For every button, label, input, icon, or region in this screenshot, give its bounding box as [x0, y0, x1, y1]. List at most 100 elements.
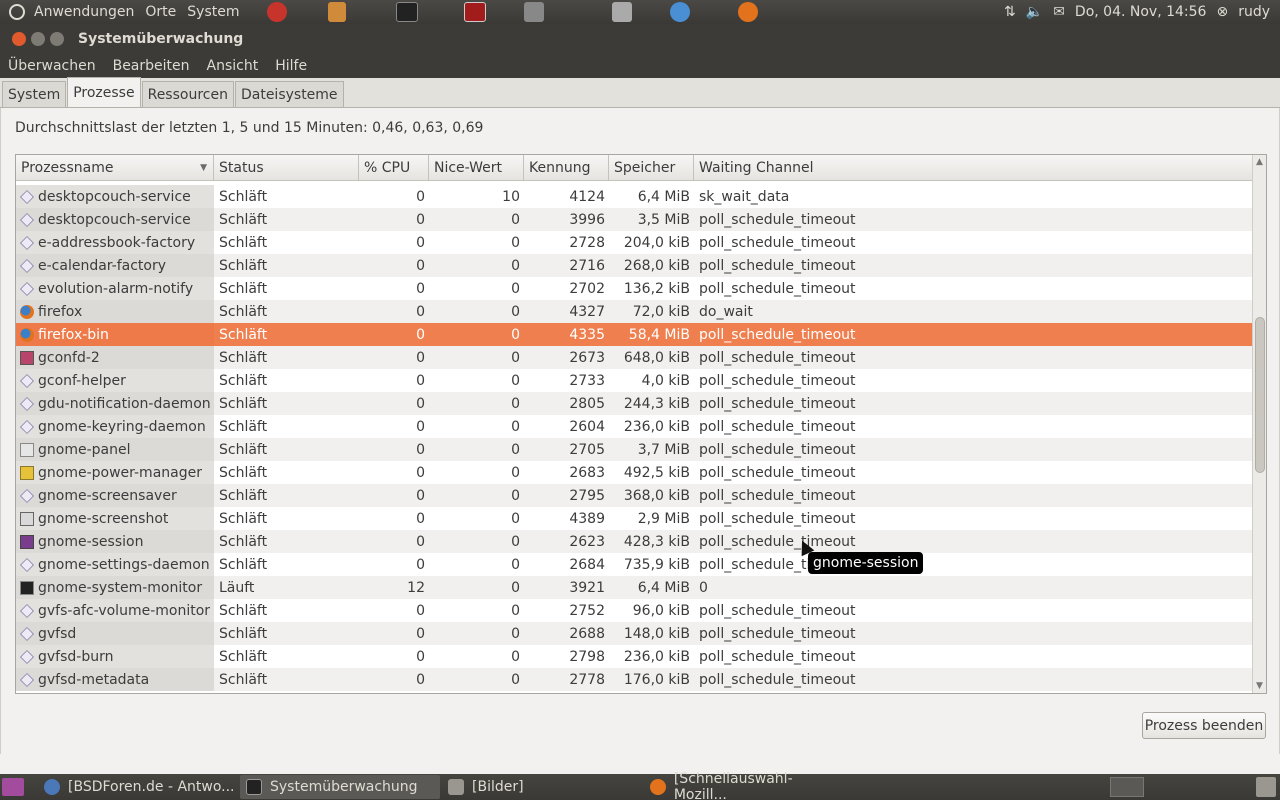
- scroll-down-icon[interactable]: ▼: [1256, 681, 1263, 691]
- table-row[interactable]: desktopcouch-service Schläft 0 10 4124 6,4 Mi…: [16, 185, 1252, 208]
- maximize-window-icon[interactable]: [50, 32, 64, 46]
- table-row[interactable]: gvfs-afc-volume-monitor Schläft 0 0 2752 96,0…: [16, 599, 1252, 622]
- film-launcher-icon[interactable]: [524, 2, 544, 22]
- terminal-launcher-icon[interactable]: [396, 2, 418, 22]
- status-cell: Schläft: [219, 211, 268, 228]
- status-cell: Schläft: [219, 671, 268, 688]
- table-row[interactable]: gnome-panel Schläft 0 0 2705 3,7 MiB poll_sche…: [16, 438, 1252, 461]
- menu-places[interactable]: Orte: [145, 4, 176, 20]
- cpu-cell: 12: [407, 579, 425, 596]
- show-desktop-icon[interactable]: [2, 778, 24, 796]
- tab-system[interactable]: System: [2, 81, 67, 107]
- pid-cell: 2684: [569, 556, 605, 573]
- column-header-status[interactable]: Status: [214, 155, 359, 181]
- minimize-window-icon[interactable]: [31, 32, 45, 46]
- table-header: Prozessname ▼ Status % CPU Nice-Wert Kenn…: [16, 155, 1252, 181]
- menu-applications[interactable]: Anwendungen: [34, 4, 134, 20]
- system-monitor-launcher-icon[interactable]: [464, 2, 486, 22]
- volume-icon[interactable]: 🔈: [1026, 4, 1043, 20]
- nice-cell: 0: [511, 349, 520, 366]
- table-row[interactable]: gnome-session Schläft 0 0 2623 428,3 kiB poll_…: [16, 530, 1252, 553]
- shutdown-icon[interactable]: [267, 2, 287, 22]
- close-window-icon[interactable]: [12, 32, 26, 46]
- table-row[interactable]: gdu-notification-daemon Schläft 0 0 2805 244,…: [16, 392, 1252, 415]
- pid-cell: 3921: [569, 579, 605, 596]
- taskbar-item-firefox[interactable]: [Schnellauswahl-Mozill...: [644, 771, 844, 800]
- process-name: gvfsd: [38, 625, 77, 642]
- network-icon[interactable]: ⇅: [1004, 4, 1016, 20]
- process-name: gvfs-afc-volume-monitor: [38, 602, 211, 619]
- camera-launcher-icon[interactable]: [612, 2, 632, 22]
- menu-monitor[interactable]: Überwachen: [8, 58, 96, 74]
- table-row[interactable]: evolution-alarm-notify Schläft 0 0 2702 136,2…: [16, 277, 1252, 300]
- process-name-cell: gvfs-afc-volume-monitor: [16, 599, 214, 622]
- table-row[interactable]: gnome-screensaver Schläft 0 0 2795 368,0 kiB p…: [16, 484, 1252, 507]
- process-name-cell: gnome-power-manager: [16, 461, 214, 484]
- ubuntu-logo-icon[interactable]: [9, 4, 25, 20]
- pid-cell: 4124: [569, 188, 605, 205]
- table-row[interactable]: gnome-settings-daemon Schläft 0 0 2684 735,9 …: [16, 553, 1252, 576]
- table-row[interactable]: e-addressbook-factory Schläft 0 0 2728 204,0 …: [16, 231, 1252, 254]
- browser-launcher-icon[interactable]: [670, 2, 690, 22]
- taskbar-item-system-monitor[interactable]: Systemüberwachung: [240, 775, 440, 799]
- mail-icon[interactable]: ✉: [1053, 4, 1065, 20]
- table-row[interactable]: desktopcouch-service Schläft 0 0 3996 3,5 MiB…: [16, 208, 1252, 231]
- cpu-cell: 0: [416, 464, 425, 481]
- nice-cell: 0: [511, 579, 520, 596]
- taskbar-item-pictures[interactable]: [Bilder]: [442, 775, 642, 799]
- waiting-channel-cell: poll_schedule_timeout: [699, 349, 856, 366]
- menu-view[interactable]: Ansicht: [207, 58, 259, 74]
- nice-cell: 0: [511, 418, 520, 435]
- pid-cell: 4327: [569, 303, 605, 320]
- table-row[interactable]: gnome-screenshot Schläft 0 0 4389 2,9 MiB poll…: [16, 507, 1252, 530]
- table-row[interactable]: gvfsd Schläft 0 0 2688 148,0 kiB poll_schedule…: [16, 622, 1252, 645]
- scrollbar-thumb[interactable]: [1255, 317, 1265, 473]
- memory-cell: 2,9 MiB: [637, 510, 690, 527]
- tab-processes[interactable]: Prozesse: [67, 77, 141, 107]
- process-name-cell: gconfd-2: [16, 346, 214, 369]
- process-diamond-icon: [20, 603, 34, 618]
- trash-icon[interactable]: [1256, 777, 1276, 797]
- workspace-switcher[interactable]: [1110, 777, 1144, 797]
- table-row[interactable]: gnome-power-manager Schläft 0 0 2683 492,5 ki…: [16, 461, 1252, 484]
- waiting-channel-cell: poll_schedule_timeout: [699, 510, 856, 527]
- user-switch-icon[interactable]: [328, 2, 346, 22]
- user-name[interactable]: rudy: [1238, 4, 1270, 20]
- waiting-channel-cell: poll_schedule_timeout: [699, 464, 856, 481]
- tab-filesystems[interactable]: Dateisysteme: [234, 81, 344, 107]
- waiting-channel-cell: poll_schedule_timeout: [699, 418, 856, 435]
- table-row[interactable]: gconfd-2 Schläft 0 0 2673 648,0 kiB poll_sched…: [16, 346, 1252, 369]
- column-header-name[interactable]: Prozessname ▼: [16, 155, 214, 181]
- column-header-cpu[interactable]: % CPU: [359, 155, 429, 181]
- table-row[interactable]: firefox Schläft 0 0 4327 72,0 kiB do_wait: [16, 300, 1252, 323]
- table-row[interactable]: gnome-keyring-daemon Schläft 0 0 2604 236,0 k…: [16, 415, 1252, 438]
- menu-edit[interactable]: Bearbeiten: [113, 58, 190, 74]
- table-row[interactable]: gnome-system-monitor Läuft 12 0 3921 6,4 MiB 0: [16, 576, 1252, 599]
- cpu-cell: 0: [416, 349, 425, 366]
- window-title: Systemüberwachung: [78, 31, 244, 47]
- firefox-launcher-icon[interactable]: [738, 2, 758, 22]
- table-row[interactable]: gvfsd-metadata Schläft 0 0 2778 176,0 kiB poll…: [16, 668, 1252, 691]
- table-row[interactable]: e-calendar-factory Schläft 0 0 2716 268,0 kiB…: [16, 254, 1252, 277]
- process-diamond-icon: [20, 419, 34, 434]
- user-close-icon[interactable]: ⊗: [1216, 4, 1228, 20]
- column-header-nice[interactable]: Nice-Wert: [429, 155, 524, 181]
- browser-icon: [44, 779, 60, 795]
- pid-cell: 2716: [569, 257, 605, 274]
- column-header-memory[interactable]: Speicher: [609, 155, 694, 181]
- menu-help[interactable]: Hilfe: [275, 58, 307, 74]
- column-header-waiting-channel[interactable]: Waiting Channel: [694, 155, 1252, 181]
- tab-resources[interactable]: Ressourcen: [141, 81, 234, 107]
- end-process-button[interactable]: Prozess beenden: [1142, 712, 1266, 739]
- menu-system[interactable]: System: [187, 4, 239, 20]
- scroll-up-icon[interactable]: ▲: [1256, 157, 1263, 167]
- pid-cell: 3996: [569, 211, 605, 228]
- memory-cell: 3,7 MiB: [637, 441, 690, 458]
- table-row[interactable]: gconf-helper Schläft 0 0 2733 4,0 kiB poll_sch…: [16, 369, 1252, 392]
- table-row[interactable]: firefox-bin Schläft 0 0 4335 58,4 MiB poll_sch…: [16, 323, 1252, 346]
- table-row[interactable]: gvfsd-burn Schläft 0 0 2798 236,0 kiB poll_sch…: [16, 645, 1252, 668]
- clock[interactable]: Do, 04. Nov, 14:56: [1075, 4, 1207, 20]
- column-header-pid[interactable]: Kennung: [524, 155, 609, 181]
- taskbar-item-bsdforen[interactable]: [BSDForen.de - Antwo...: [38, 775, 238, 799]
- vertical-scrollbar[interactable]: ▲ ▼: [1252, 155, 1266, 693]
